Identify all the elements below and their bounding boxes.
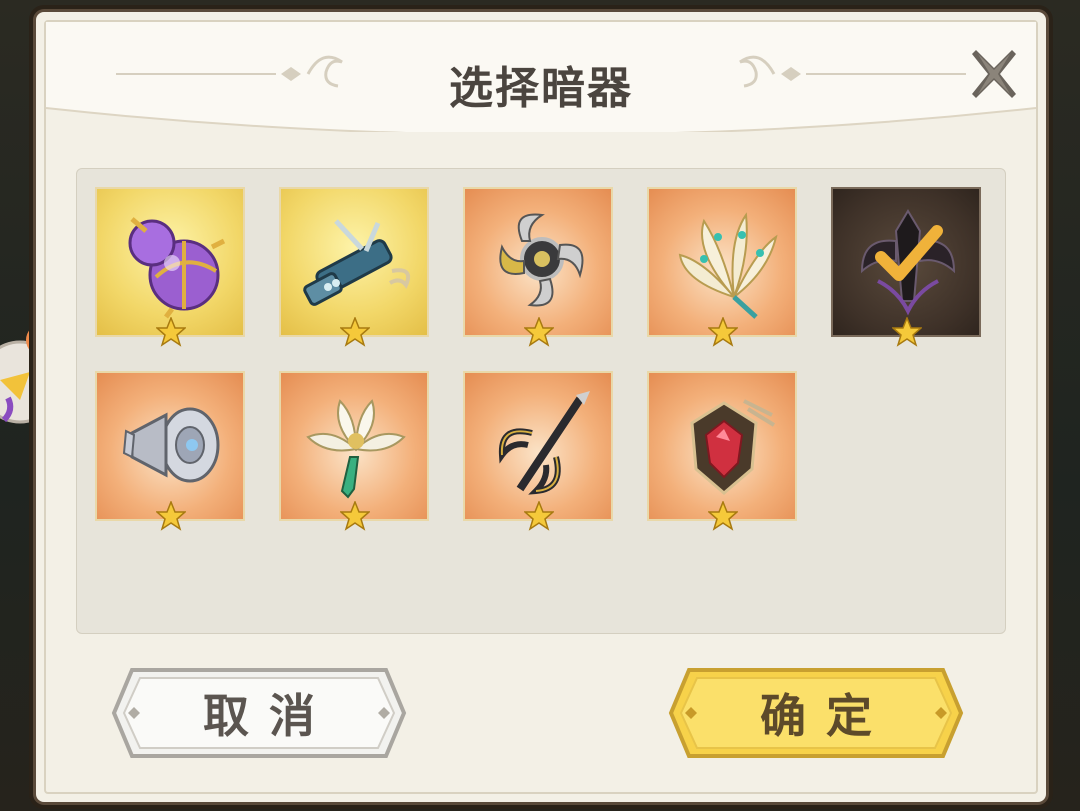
weapon-grid <box>76 168 1006 634</box>
weapon-card-3[interactable] <box>463 187 613 347</box>
check-icon <box>875 225 943 281</box>
trident-claw-icon <box>498 391 590 495</box>
close-x-icon[interactable] <box>966 46 1022 102</box>
star-icon <box>156 501 186 531</box>
star-icon <box>524 501 554 531</box>
weapon-card-6[interactable] <box>95 371 245 531</box>
weapon-card-1[interactable] <box>95 187 245 347</box>
star-icon <box>156 317 186 347</box>
purple-gourd-bomb-icon <box>128 217 226 319</box>
confirm-button[interactable]: 确定 <box>667 666 965 760</box>
steel-wheel-icon <box>122 407 220 483</box>
ruby-lantern-icon <box>690 399 776 495</box>
star-icon <box>708 501 738 531</box>
cancel-button-label: 取消 <box>203 689 335 743</box>
weapon-card-2[interactable] <box>279 187 429 347</box>
lotus-flower-icon <box>306 399 406 499</box>
weapon-card-7[interactable] <box>279 371 429 531</box>
star-icon <box>340 317 370 347</box>
star-icon <box>892 317 922 347</box>
weapon-card-5[interactable] <box>831 187 981 347</box>
star-icon <box>708 317 738 347</box>
crescent-blade-wheel-icon <box>499 213 584 307</box>
feather-fan-icon <box>678 212 778 319</box>
weapon-card-4[interactable] <box>647 187 797 347</box>
cancel-button[interactable]: 取消 <box>110 666 408 760</box>
dialog-title: 选择暗器 <box>449 63 633 114</box>
star-icon <box>524 317 554 347</box>
star-icon <box>340 501 370 531</box>
crossbow-launcher-icon <box>303 219 411 306</box>
weapon-card-8[interactable] <box>463 371 613 531</box>
weapon-card-9[interactable] <box>647 371 797 531</box>
confirm-button-label: 确定 <box>760 689 892 743</box>
select-hidden-weapon-dialog: 选择暗器 取消 确定 <box>36 12 1046 802</box>
